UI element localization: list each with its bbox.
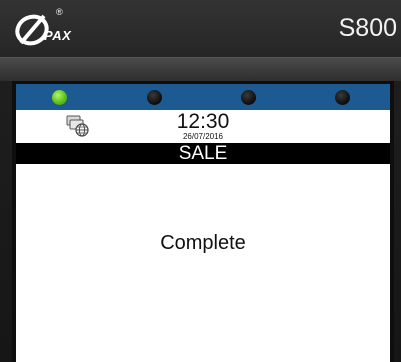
pax-terminal: ® PAX S800 12:30 26/07/2016 SALE Complet… bbox=[0, 0, 401, 362]
terminal-screen: 12:30 26/07/2016 SALE Complete bbox=[16, 84, 390, 362]
led-indicator-2 bbox=[147, 90, 162, 105]
led-status-bar bbox=[16, 84, 390, 110]
brand-name: PAX bbox=[44, 28, 72, 43]
led-indicator-1 bbox=[52, 90, 67, 105]
led-indicator-4 bbox=[335, 90, 350, 105]
clock-time: 12:30 bbox=[176, 110, 230, 133]
clock-date: 26/07/2016 bbox=[182, 132, 224, 141]
terminal-top-bezel: ® PAX S800 bbox=[0, 0, 401, 57]
led-indicator-3 bbox=[241, 90, 256, 105]
bezel-band bbox=[0, 57, 401, 81]
registered-mark: ® bbox=[56, 7, 63, 17]
status-message: Complete bbox=[160, 232, 246, 254]
status-row: 12:30 26/07/2016 bbox=[16, 110, 390, 144]
transaction-title: SALE bbox=[16, 143, 390, 164]
model-label: S800 bbox=[338, 14, 397, 42]
